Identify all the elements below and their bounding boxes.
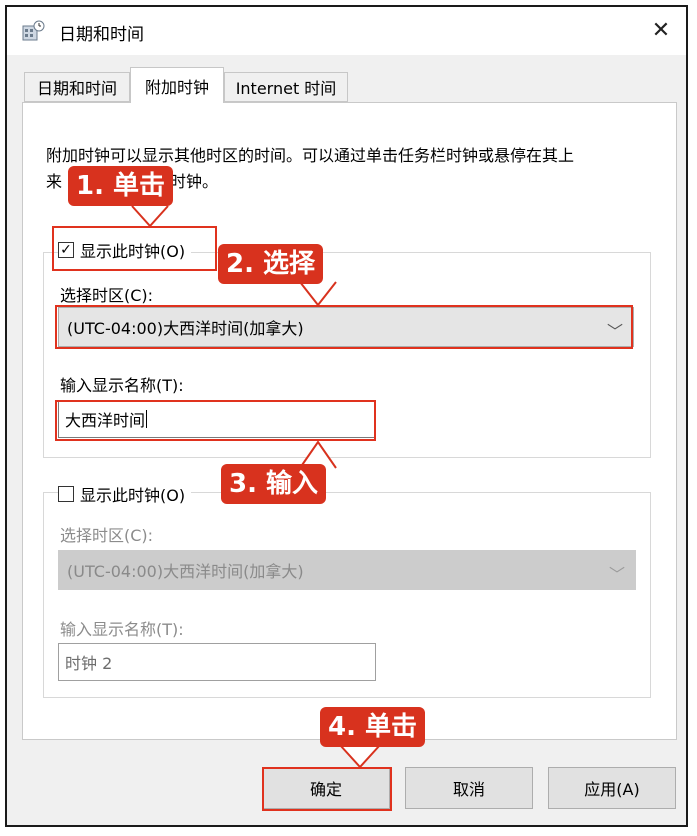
close-icon[interactable]: ✕	[644, 13, 678, 47]
text-caret	[146, 410, 148, 428]
clock1-checkbox-label: 显示此时钟(O)	[80, 242, 186, 261]
clock1-timezone-select[interactable]: (UTC-04:00)大西洋时间(加拿大) ﹀	[58, 307, 634, 347]
clock2-checkbox[interactable]	[58, 486, 74, 502]
clock2-name-value: 时钟 2	[65, 654, 113, 673]
clock2-checkbox-label: 显示此时钟(O)	[80, 486, 186, 505]
ok-button-label: 确定	[309, 780, 342, 799]
clock2-checkbox-row[interactable]: 显示此时钟(O)	[58, 482, 192, 506]
apply-button[interactable]: 应用(A)	[548, 767, 676, 809]
cancel-button-label: 取消	[452, 780, 485, 799]
clock1-name-label: 输入显示名称(T):	[60, 376, 184, 395]
clock2-timezone-label: 选择时区(C):	[60, 526, 154, 545]
annotation-step1: 1. 单击	[68, 166, 174, 206]
clock1-timezone-label: 选择时区(C):	[60, 286, 154, 305]
clock1-name-input[interactable]: 大西洋时间	[58, 400, 376, 438]
clock1-checkbox[interactable]: ✓	[58, 242, 74, 258]
tab-label: 附加时钟	[144, 77, 209, 97]
annotation-step2: 2. 选择	[218, 244, 324, 284]
clock2-timezone-select[interactable]: (UTC-04:00)大西洋时间(加拿大) ﹀	[58, 550, 636, 590]
chevron-down-icon: ﹀	[608, 565, 625, 584]
annotation-step3: 3. 输入	[221, 464, 327, 504]
tab-internet-time[interactable]: Internet 时间	[224, 72, 348, 102]
title-bar: 日期和时间 ✕	[7, 7, 686, 55]
apply-button-label: 应用(A)	[584, 780, 640, 799]
tab-label: 日期和时间	[36, 79, 117, 98]
annotation-step4: 4. 单击	[320, 707, 426, 747]
clock2-name-input[interactable]: 时钟 2	[58, 643, 376, 681]
clock1-checkbox-row[interactable]: ✓ 显示此时钟(O)	[58, 238, 192, 262]
ok-button[interactable]: 确定	[262, 767, 390, 809]
tab-label: Internet 时间	[235, 79, 337, 98]
clock1-name-value: 大西洋时间	[65, 411, 146, 430]
window-title: 日期和时间	[59, 25, 144, 45]
chevron-down-icon: ﹀	[606, 322, 623, 341]
clock2-timezone-value: (UTC-04:00)大西洋时间(加拿大)	[67, 562, 304, 581]
clock2-name-label: 输入显示名称(T):	[60, 620, 184, 639]
tab-additional-clocks[interactable]: 附加时钟	[130, 67, 224, 103]
cancel-button[interactable]: 取消	[405, 767, 533, 809]
tab-date-time[interactable]: 日期和时间	[24, 72, 130, 102]
clock1-timezone-value: (UTC-04:00)大西洋时间(加拿大)	[67, 319, 304, 338]
clock-settings-icon	[21, 20, 45, 42]
